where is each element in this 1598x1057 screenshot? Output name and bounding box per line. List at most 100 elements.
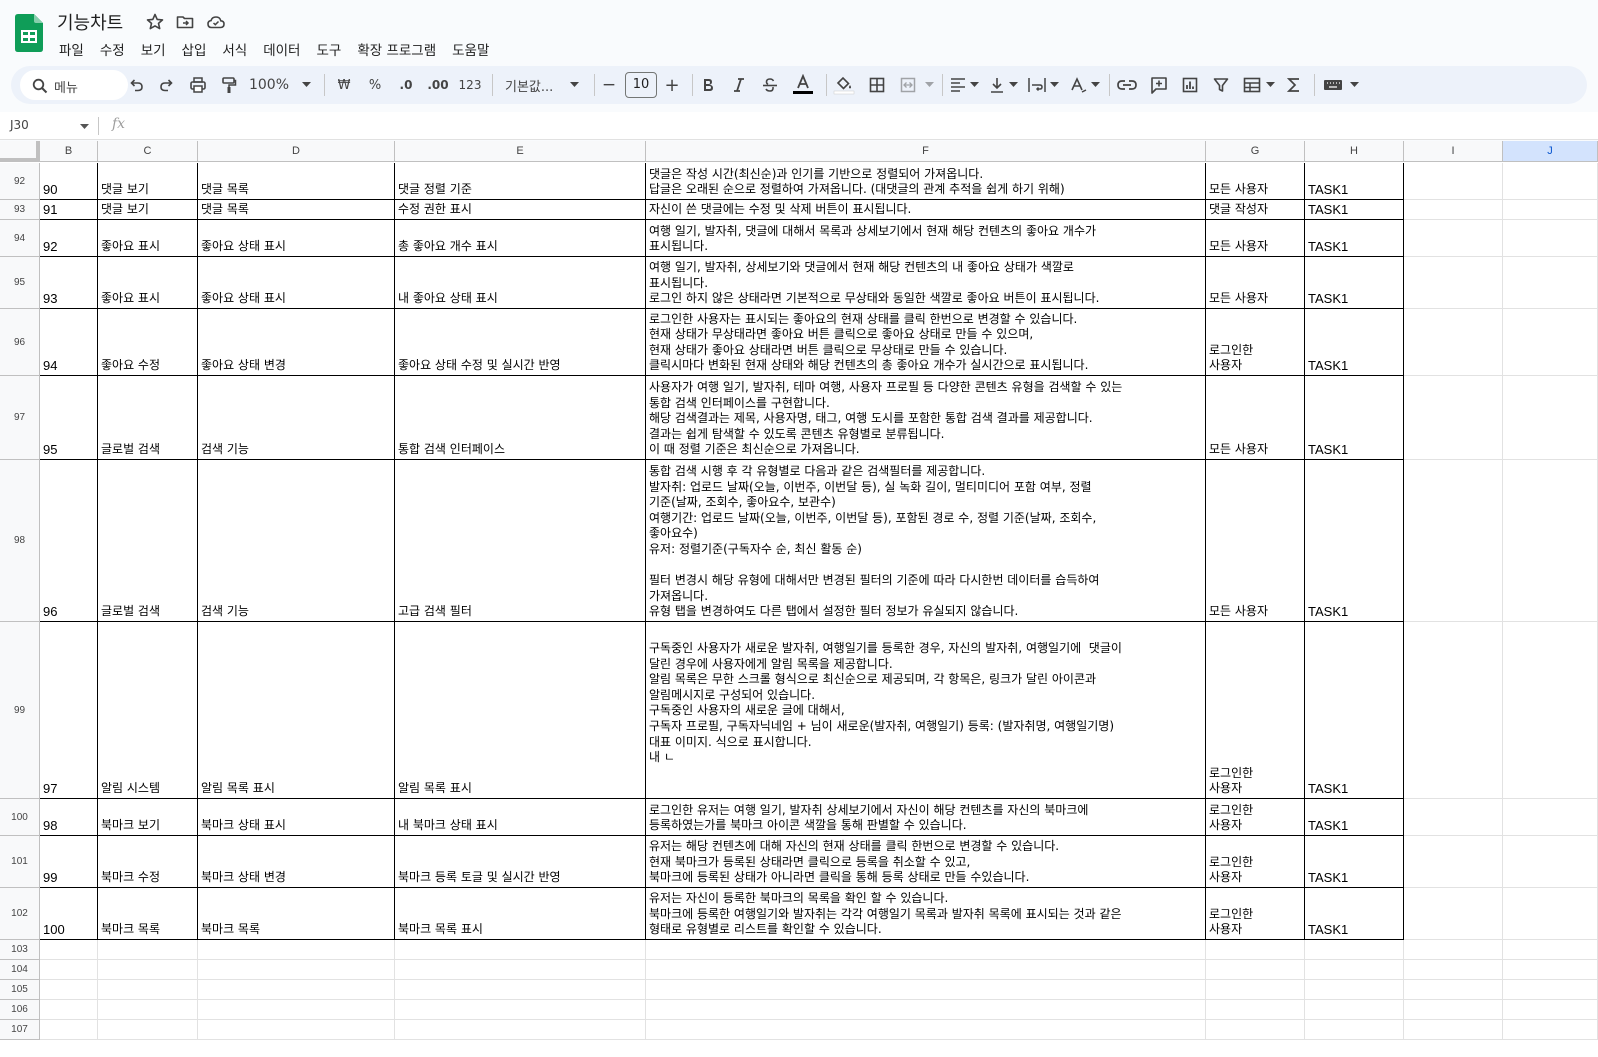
table-cell-empty[interactable] — [395, 960, 646, 980]
borders-button[interactable] — [867, 74, 887, 96]
table-cell-d[interactable]: 좋아요 상태 표시 — [198, 220, 395, 257]
table-cell-empty[interactable] — [1404, 309, 1503, 376]
table-cell-h[interactable]: TASK1 — [1305, 200, 1404, 220]
table-cell-empty[interactable] — [1503, 622, 1598, 799]
table-cell-empty[interactable] — [646, 960, 1206, 980]
insert-chart-button[interactable] — [1179, 74, 1201, 96]
merge-dropdown-icon[interactable] — [925, 82, 934, 88]
table-cell-empty[interactable] — [1503, 980, 1598, 1000]
table-cell-empty[interactable] — [98, 980, 198, 1000]
table-cell-e[interactable]: 좋아요 상태 수정 및 실시간 반영 — [395, 309, 646, 376]
table-cell-empty[interactable] — [395, 1020, 646, 1040]
table-cell-empty[interactable] — [198, 960, 395, 980]
table-cell-empty[interactable] — [1206, 1000, 1305, 1020]
table-cell-empty[interactable] — [1404, 836, 1503, 888]
table-cell-h[interactable]: TASK1 — [1305, 220, 1404, 257]
table-cell-c[interactable]: 좋아요 표시 — [98, 257, 198, 309]
table-cell-g[interactable]: 모든 사용자 — [1206, 220, 1305, 257]
table-cell-id[interactable]: 99 — [40, 836, 98, 888]
table-cell-empty[interactable] — [1503, 460, 1598, 622]
text-rotation-button[interactable] — [1068, 74, 1088, 96]
star-icon[interactable] — [145, 12, 165, 32]
row-header[interactable]: 94 — [0, 220, 40, 257]
table-cell-empty[interactable] — [1503, 1020, 1598, 1040]
table-cell-g[interactable]: 댓글 작성자 — [1206, 200, 1305, 220]
move-folder-icon[interactable] — [175, 12, 195, 32]
cloud-saved-icon[interactable] — [206, 12, 226, 32]
row-header[interactable]: 93 — [0, 200, 40, 220]
table-cell-empty[interactable] — [1404, 220, 1503, 257]
row-header[interactable]: 103 — [0, 940, 40, 960]
table-cell-empty[interactable] — [98, 1020, 198, 1040]
table-cell-f[interactable]: 자신이 쓴 댓글에는 수정 및 삭제 버튼이 표시됩니다. — [646, 200, 1206, 220]
table-cell-id[interactable]: 97 — [40, 622, 98, 799]
table-cell-id[interactable]: 98 — [40, 799, 98, 836]
table-cell-d[interactable]: 검색 기능 — [198, 376, 395, 460]
table-cell-e[interactable]: 북마크 목록 표시 — [395, 888, 646, 940]
select-all-corner[interactable] — [0, 141, 40, 162]
table-cell-empty[interactable] — [1404, 376, 1503, 460]
column-header-b[interactable]: B — [40, 141, 98, 162]
text-color-button[interactable] — [791, 74, 815, 96]
table-cell-c[interactable]: 북마크 수정 — [98, 836, 198, 888]
redo-button[interactable] — [156, 74, 178, 96]
column-header-g[interactable]: G — [1206, 141, 1305, 162]
table-cell-id[interactable]: 91 — [40, 200, 98, 220]
table-cell-empty[interactable] — [1503, 799, 1598, 836]
table-cell-empty[interactable] — [1503, 836, 1598, 888]
table-cell-id[interactable]: 94 — [40, 309, 98, 376]
table-cell-empty[interactable] — [1404, 799, 1503, 836]
table-cell-id[interactable]: 100 — [40, 888, 98, 940]
table-cell-g[interactable]: 로그인한 사용자 — [1206, 888, 1305, 940]
rotation-dropdown-icon[interactable] — [1091, 82, 1100, 88]
table-cell-empty[interactable] — [1305, 1000, 1404, 1020]
table-cell-empty[interactable] — [1404, 1000, 1503, 1020]
percent-button[interactable]: % — [365, 74, 385, 96]
strikethrough-button[interactable] — [760, 74, 780, 96]
table-cell-e[interactable]: 내 북마크 상태 표시 — [395, 799, 646, 836]
table-cell-id[interactable]: 96 — [40, 460, 98, 622]
table-cell-empty[interactable] — [1503, 1000, 1598, 1020]
text-wrap-button[interactable] — [1027, 74, 1047, 96]
table-cell-empty[interactable] — [40, 1020, 98, 1040]
column-header-e[interactable]: E — [395, 141, 646, 162]
table-cell-d[interactable]: 댓글 목록 — [198, 163, 395, 200]
row-header[interactable]: 102 — [0, 888, 40, 940]
row-header[interactable]: 96 — [0, 309, 40, 376]
decrease-decimal-button[interactable]: .0 — [395, 74, 417, 96]
menu-extensions[interactable]: 확장 프로그램 — [355, 37, 442, 61]
table-cell-f[interactable]: 구독중인 사용자가 새로운 발자취, 여행일기를 등록한 경우, 자신의 발자취… — [646, 622, 1206, 799]
table-cell-f[interactable]: 로그인한 사용자는 표시되는 좋아요의 현재 상태를 클릭 한번으로 변경할 수… — [646, 309, 1206, 376]
table-cell-empty[interactable] — [1404, 163, 1503, 200]
column-header-c[interactable]: C — [98, 141, 198, 162]
table-cell-empty[interactable] — [40, 1000, 98, 1020]
row-header[interactable]: 105 — [0, 980, 40, 1000]
table-cell-c[interactable]: 글로벌 검색 — [98, 376, 198, 460]
row-header[interactable]: 99 — [0, 622, 40, 799]
table-cell-c[interactable]: 알림 시스템 — [98, 622, 198, 799]
table-cell-empty[interactable] — [395, 940, 646, 960]
table-cell-d[interactable]: 댓글 목록 — [198, 200, 395, 220]
table-cell-g[interactable]: 로그인한 사용자 — [1206, 799, 1305, 836]
column-header-d[interactable]: D — [198, 141, 395, 162]
table-cell-empty[interactable] — [40, 940, 98, 960]
table-cell-d[interactable]: 좋아요 상태 변경 — [198, 309, 395, 376]
table-cell-empty[interactable] — [1404, 1020, 1503, 1040]
table-cell-c[interactable]: 북마크 목록 — [98, 888, 198, 940]
table-cell-e[interactable]: 수정 권한 표시 — [395, 200, 646, 220]
merge-cells-button[interactable] — [898, 74, 918, 96]
table-cell-h[interactable]: TASK1 — [1305, 257, 1404, 309]
column-header-h[interactable]: H — [1305, 141, 1404, 162]
table-cell-e[interactable]: 고급 검색 필터 — [395, 460, 646, 622]
table-cell-d[interactable]: 좋아요 상태 표시 — [198, 257, 395, 309]
row-header[interactable]: 100 — [0, 799, 40, 836]
filter-button[interactable] — [1210, 74, 1232, 96]
font-size-increase-button[interactable]: + — [663, 74, 681, 96]
undo-button[interactable] — [125, 74, 147, 96]
table-cell-f[interactable]: 여행 일기, 발자취, 댓글에 대해서 목록과 상세보기에서 현재 해당 컨텐츠… — [646, 220, 1206, 257]
table-cell-e[interactable]: 알림 목록 표시 — [395, 622, 646, 799]
table-cell-empty[interactable] — [395, 1000, 646, 1020]
menu-help[interactable]: 도움말 — [450, 37, 495, 61]
spreadsheet-grid[interactable]: B C D E F G H I J 92 90 댓글 보기 댓글 목록 댓글 정렬 기준 댓글은 작성 시간… — [0, 141, 1598, 1057]
row-header[interactable]: 106 — [0, 1000, 40, 1020]
